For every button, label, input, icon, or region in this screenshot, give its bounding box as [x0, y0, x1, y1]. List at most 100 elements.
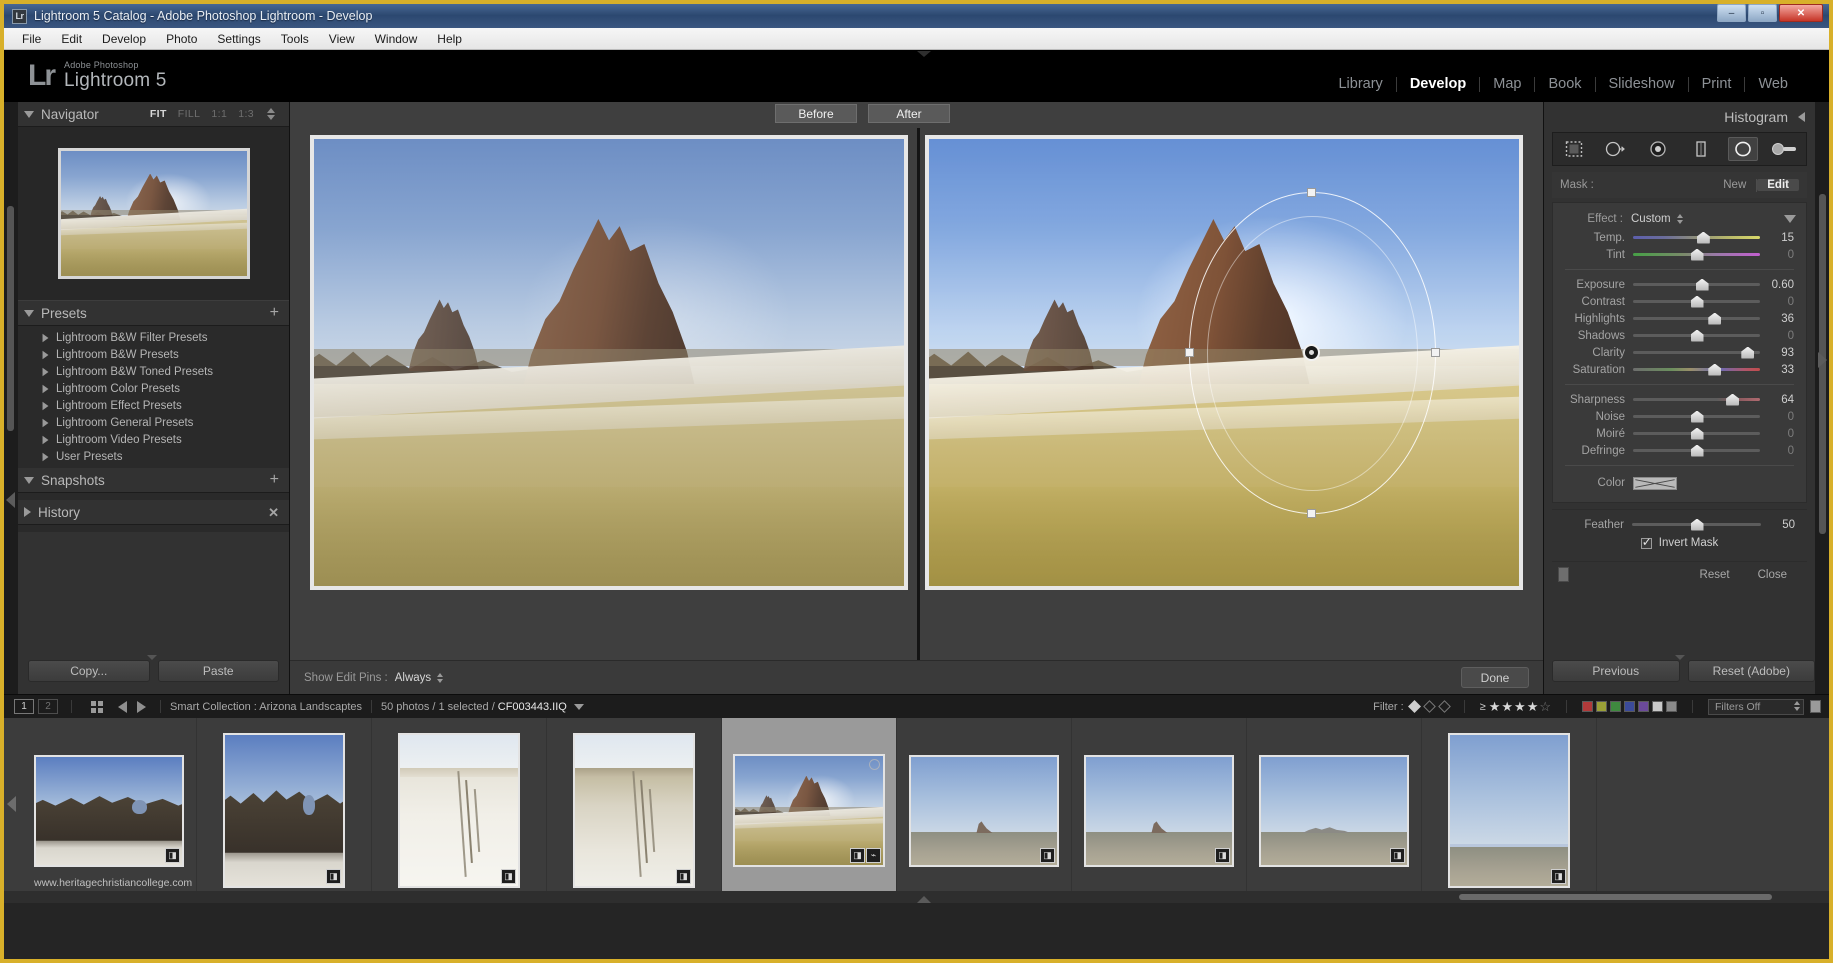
crop-badge-icon[interactable]: ◨: [326, 869, 341, 884]
after-photo[interactable]: [925, 134, 1523, 590]
zoom-level-stepper[interactable]: [267, 108, 275, 120]
slider-highlights[interactable]: Highlights 36: [1553, 310, 1806, 327]
filter-preset-stepper-icon[interactable]: [1794, 700, 1800, 711]
grid-view-icon[interactable]: [91, 700, 103, 713]
star-4[interactable]: ★: [1527, 699, 1539, 715]
slider-track[interactable]: [1633, 329, 1760, 342]
clear-history-icon[interactable]: ✕: [268, 506, 279, 519]
radial-filter-tool[interactable]: [1727, 137, 1758, 161]
module-develop[interactable]: Develop: [1397, 76, 1479, 92]
navigator-header[interactable]: Navigator FIT FILL 1:1 1:3: [18, 102, 289, 126]
menu-item-help[interactable]: Help: [427, 30, 472, 48]
paste-settings-button[interactable]: Paste: [157, 660, 279, 682]
slider-value[interactable]: 64: [1760, 394, 1800, 406]
slider-tint[interactable]: Tint 0: [1553, 246, 1806, 263]
slider-value[interactable]: 50: [1761, 519, 1801, 531]
slider-track[interactable]: [1633, 278, 1760, 291]
filename-dropdown-icon[interactable]: [573, 703, 584, 710]
slider-track[interactable]: [1633, 363, 1760, 376]
module-print[interactable]: Print: [1689, 76, 1745, 92]
color-filter-none[interactable]: [1666, 701, 1677, 712]
preset-folder-bw[interactable]: Lightroom B&W Presets: [18, 346, 289, 363]
menu-item-file[interactable]: File: [12, 30, 51, 48]
previous-button[interactable]: Previous: [1552, 660, 1680, 682]
show-edit-pins-stepper-icon[interactable]: [437, 672, 444, 683]
thumb-cliff-arch-2[interactable]: ◨: [197, 718, 372, 903]
preset-folder-color[interactable]: Lightroom Color Presets: [18, 380, 289, 397]
minimize-button[interactable]: –: [1717, 4, 1746, 22]
add-preset-icon[interactable]: +: [270, 305, 279, 321]
close-button[interactable]: ✕: [1779, 4, 1823, 22]
preset-folder-video[interactable]: Lightroom Video Presets: [18, 431, 289, 448]
slider-value[interactable]: 0: [1760, 249, 1800, 261]
slider-sharpness[interactable]: Sharpness 64: [1553, 391, 1806, 408]
invert-mask-row[interactable]: Invert Mask: [1552, 533, 1807, 553]
slider-saturation[interactable]: Saturation 33: [1553, 361, 1806, 378]
rating-filter[interactable]: ≥ ★ ★ ★ ★ ☆: [1480, 699, 1551, 715]
color-filter-green[interactable]: [1610, 701, 1621, 712]
slider-exposure[interactable]: Exposure 0.60: [1553, 276, 1806, 293]
color-filter-blue[interactable]: [1624, 701, 1635, 712]
slider-contrast[interactable]: Contrast 0: [1553, 293, 1806, 310]
crop-badge-icon[interactable]: ◨: [165, 847, 180, 863]
thumb-distant-butte-1[interactable]: ◨: [897, 718, 1072, 903]
module-library[interactable]: Library: [1325, 76, 1395, 92]
thumb-shiprock-selected[interactable]: ◨ ⌁ ★★★★★: [722, 718, 897, 903]
preset-folder-bw-toned[interactable]: Lightroom B&W Toned Presets: [18, 363, 289, 380]
presets-header[interactable]: Presets +: [18, 301, 289, 325]
crop-badge-icon[interactable]: ◨: [1215, 847, 1230, 863]
menu-item-view[interactable]: View: [319, 30, 365, 48]
window-layout-2-button[interactable]: 2: [38, 699, 58, 714]
module-book[interactable]: Book: [1535, 76, 1594, 92]
slider-defringe[interactable]: Defringe 0: [1553, 442, 1806, 459]
zoom-mode-1-3[interactable]: 1:3: [238, 108, 254, 120]
slider-track[interactable]: [1633, 231, 1760, 244]
adjustment-brush-tool[interactable]: [1770, 137, 1800, 161]
mask-new-button[interactable]: New: [1713, 179, 1756, 191]
module-slideshow[interactable]: Slideshow: [1596, 76, 1688, 92]
menu-item-tools[interactable]: Tools: [271, 30, 319, 48]
close-panel-button[interactable]: Close: [1744, 569, 1801, 581]
filter-preset-select[interactable]: Filters Off: [1708, 698, 1804, 715]
slider-value[interactable]: 0.60: [1760, 279, 1800, 291]
menu-item-photo[interactable]: Photo: [156, 30, 207, 48]
before-after-split-divider[interactable]: [916, 128, 920, 660]
slider-value[interactable]: 0: [1760, 445, 1800, 457]
graduated-filter-tool[interactable]: [1686, 137, 1716, 161]
copy-settings-button[interactable]: Copy...: [28, 660, 150, 682]
go-forward-arrow-icon[interactable]: [137, 700, 146, 713]
snapshots-header[interactable]: Snapshots +: [18, 468, 289, 492]
top-panel-toggle-arrow[interactable]: [916, 51, 931, 57]
thumb-distant-ridge[interactable]: ◨: [1247, 718, 1422, 903]
slider-noise[interactable]: Noise 0: [1553, 408, 1806, 425]
star-1[interactable]: ★: [1489, 699, 1501, 715]
tool-switch-toggle[interactable]: [1558, 567, 1569, 582]
filmstrip-scrollbar-thumb[interactable]: [1459, 894, 1772, 900]
module-map[interactable]: Map: [1480, 76, 1534, 92]
color-filter-purple[interactable]: [1638, 701, 1649, 712]
slider-value[interactable]: 93: [1760, 347, 1800, 359]
filmstrip-collapse-arrow[interactable]: [7, 796, 16, 812]
effect-value[interactable]: Custom: [1631, 213, 1671, 225]
flag-pick-icon[interactable]: [1407, 700, 1421, 713]
slider-value[interactable]: 0: [1760, 428, 1800, 440]
thumb-snow-fence-2[interactable]: ◨: [547, 718, 722, 903]
crop-overlay-tool[interactable]: [1559, 137, 1589, 161]
module-web[interactable]: Web: [1745, 76, 1801, 92]
color-filter-white[interactable]: [1652, 701, 1663, 712]
menu-item-edit[interactable]: Edit: [51, 30, 92, 48]
slider-feather[interactable]: Feather 50: [1552, 516, 1807, 533]
slider-track[interactable]: [1633, 295, 1760, 308]
develop-adjust-badge-icon[interactable]: ⌁: [866, 848, 881, 863]
rating-operator[interactable]: ≥: [1480, 701, 1486, 713]
preset-folder-bw-filter[interactable]: Lightroom B&W Filter Presets: [18, 329, 289, 346]
current-filename[interactable]: CF003443.IIQ: [498, 701, 567, 713]
left-panel-collapse-arrow[interactable]: [6, 492, 15, 508]
slider-track[interactable]: [1633, 312, 1760, 325]
identity-plate[interactable]: Lr Adobe Photoshop Lightroom 5: [28, 60, 167, 91]
slider-clarity[interactable]: Clarity 93: [1553, 344, 1806, 361]
reset-button[interactable]: Reset: [1686, 569, 1744, 581]
crop-badge-icon[interactable]: ◨: [1040, 847, 1055, 863]
bottom-panel-toggle-arrow[interactable]: [916, 896, 931, 903]
left-panel-scrollbar-thumb[interactable]: [7, 206, 14, 431]
